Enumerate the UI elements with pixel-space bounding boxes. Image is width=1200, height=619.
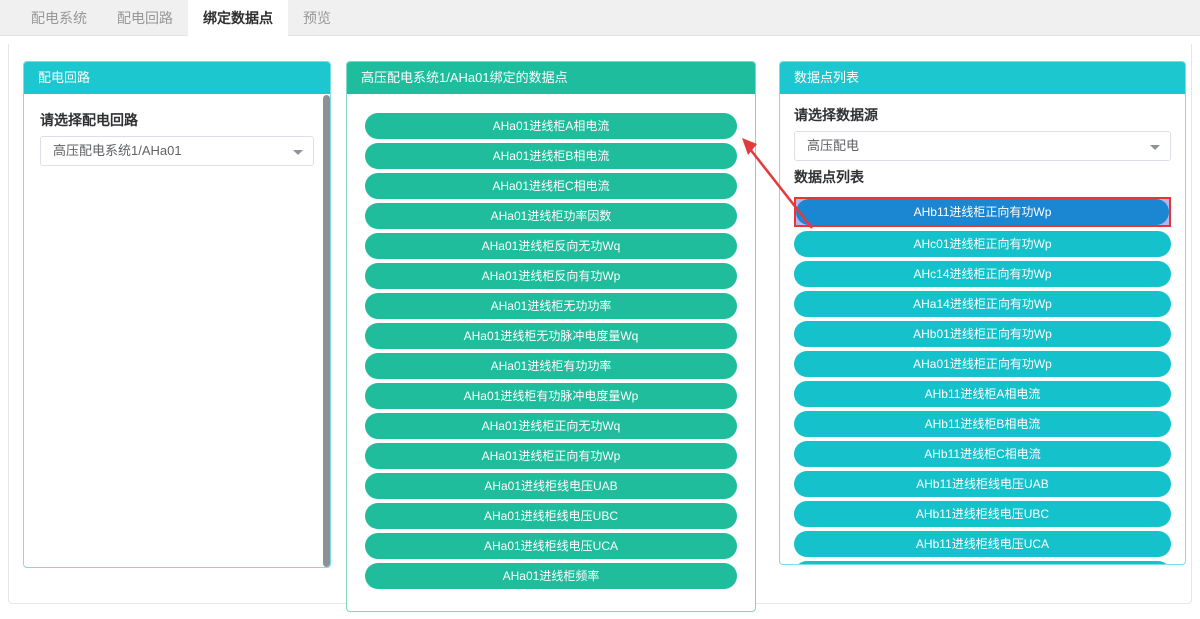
bound-data-point-pill[interactable]: AHa01进线柜正向无功Wq [365,413,737,439]
panel-bound-data-points-title: 高压配电系统1/AHa01绑定的数据点 [347,62,755,94]
data-point-pill[interactable]: AHb11进线柜A相电流 [794,381,1171,407]
tab-distribution-circuit[interactable]: 配电回路 [102,0,188,36]
data-source-select[interactable]: 高压配电 [794,131,1171,161]
data-point-pill[interactable]: AHb11进线柜有功功率 [794,561,1171,565]
bound-data-point-pill[interactable]: AHa01进线柜正向有功Wp [365,443,737,469]
bound-data-point-pill[interactable]: AHa01进线柜有功功率 [365,353,737,379]
left-panel-scrollbar[interactable] [323,95,330,567]
bound-data-point-pill[interactable]: AHa01进线柜无功脉冲电度量Wq [365,323,737,349]
bound-data-point-pill[interactable]: AHa01进线柜反向无功Wq [365,233,737,259]
data-source-select-value: 高压配电 [795,132,1170,160]
bound-data-point-pill[interactable]: AHa01进线柜有功脉冲电度量Wp [365,383,737,409]
data-point-pill-selected[interactable]: AHb11进线柜正向有功Wp [796,199,1169,225]
chevron-down-icon [293,150,303,155]
data-point-pill[interactable]: AHb11进线柜B相电流 [794,411,1171,437]
data-point-list: AHb11进线柜正向有功Wp AHc01进线柜正向有功Wp AHc14进线柜正向有功… [794,193,1171,565]
data-point-pill[interactable]: AHc14进线柜正向有功Wp [794,261,1171,287]
data-point-pill[interactable]: AHc01进线柜正向有功Wp [794,231,1171,257]
circuit-select[interactable]: 高压配电系统1/AHa01 [40,136,314,166]
panel-distribution-circuit-title: 配电回路 [24,62,330,94]
bound-data-point-pill[interactable]: AHa01进线柜A相电流 [365,113,737,139]
data-point-pill[interactable]: AHb11进线柜C相电流 [794,441,1171,467]
panel-distribution-circuit: 配电回路 请选择配电回路 高压配电系统1/AHa01 [23,61,331,568]
bound-data-point-pill[interactable]: AHa01进线柜线电压UCA [365,533,737,559]
bound-data-point-pill[interactable]: AHa01进线柜反向有功Wp [365,263,737,289]
tab-distribution-system[interactable]: 配电系统 [16,0,102,36]
data-point-pill[interactable]: AHb11进线柜线电压UCA [794,531,1171,557]
circuit-select-value: 高压配电系统1/AHa01 [41,137,313,165]
bound-data-point-list: AHa01进线柜A相电流 AHa01进线柜B相电流 AHa01进线柜C相电流 AHa0… [347,94,755,589]
panel-bound-data-points: 高压配电系统1/AHa01绑定的数据点 AHa01进线柜A相电流AHa01进线柜… [346,61,756,612]
bound-data-point-pill[interactable]: AHa01进线柜线电压UAB [365,473,737,499]
data-point-pill[interactable]: AHb01进线柜正向有功Wp [794,321,1171,347]
bound-data-point-pill[interactable]: AHa01进线柜线电压UBC [365,503,737,529]
data-source-select-label: 请选择数据源 [794,105,1171,125]
bound-data-point-pill[interactable]: AHa01进线柜C相电流 [365,173,737,199]
tab-content-container: 配电回路 请选择配电回路 高压配电系统1/AHa01 高压配电系统1/AHa01… [8,44,1192,604]
bound-data-point-pill[interactable]: AHa01进线柜功率因数 [365,203,737,229]
data-point-list-label: 数据点列表 [794,167,1171,187]
bound-data-point-pill[interactable]: AHa01进线柜无功功率 [365,293,737,319]
panel-data-point-list: 数据点列表 请选择数据源 高压配电 数据点列表 AHb11进线柜正向有功WpAH… [779,61,1186,565]
selected-data-point-highlight[interactable]: AHb11进线柜正向有功Wp [794,197,1171,227]
data-point-pill[interactable]: AHb11进线柜线电压UBC [794,501,1171,527]
chevron-down-icon [1150,145,1160,150]
data-point-pill[interactable]: AHa01进线柜正向有功Wp [794,351,1171,377]
tab-bar: 配电系统配电回路绑定数据点预览 [0,0,1200,36]
bound-data-point-pill[interactable]: AHa01进线柜B相电流 [365,143,737,169]
bound-data-point-pill[interactable]: AHa01进线柜频率 [365,563,737,589]
tab-preview[interactable]: 预览 [288,0,346,36]
data-point-pill[interactable]: AHb11进线柜线电压UAB [794,471,1171,497]
panel-data-point-list-title: 数据点列表 [780,62,1185,94]
data-point-pill[interactable]: AHa14进线柜正向有功Wp [794,291,1171,317]
tab-bind-data-points[interactable]: 绑定数据点 [188,0,288,36]
circuit-select-label: 请选择配电回路 [40,110,314,130]
